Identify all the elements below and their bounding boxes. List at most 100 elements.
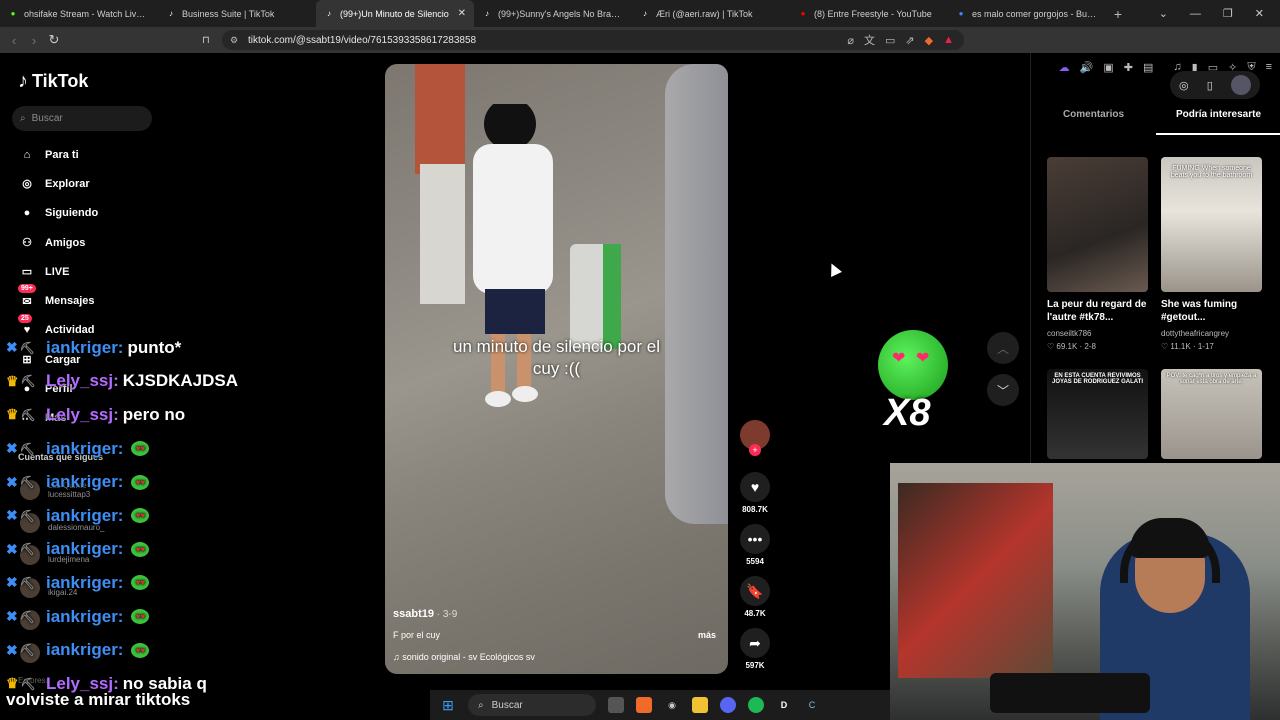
cast-icon[interactable]: ▭ [885, 34, 895, 47]
back-icon[interactable]: ‹ [4, 33, 24, 48]
url-text: tiktok.com/@ssabt19/video/76153933586172… [248, 34, 477, 46]
video-author[interactable]: ssabt19 [393, 608, 434, 620]
sword-icon: ✖ [6, 574, 18, 591]
heart-eyes-emote-icon: ♥♥ [131, 441, 150, 457]
new-tab-button[interactable]: + [1106, 6, 1130, 22]
discord-icon[interactable] [720, 697, 736, 713]
sidebar-item-amigos[interactable]: ⚇ Amigos [18, 228, 98, 257]
chat-badges: ✖ ⛏ [6, 642, 46, 659]
sword-icon: ✖ [6, 440, 18, 457]
music-note-icon: ♫ [393, 652, 400, 662]
tab-comentarios[interactable]: Comentarios [1031, 109, 1156, 135]
recommended-card[interactable]: La peur du regard de l'autre #tk78... co… [1047, 157, 1148, 351]
sidebar-item-para-ti[interactable]: ⌂ Para ti [18, 140, 98, 169]
crown-icon: ♛ [6, 372, 19, 389]
browser-tab[interactable]: ● es malo comer gorgojos - Buscar co [948, 0, 1106, 27]
maximize-icon[interactable]: ❐ [1223, 7, 1233, 20]
previous-video-button[interactable]: ︿ [987, 332, 1019, 364]
next-video-button[interactable]: ﹀ [987, 374, 1019, 406]
minimize-icon[interactable]: — [1190, 8, 1201, 20]
close-tab-icon[interactable]: ✕ [458, 8, 466, 19]
recommended-thumb[interactable]: EN ESTA CUENTA REVIVIMOS JOYAS DE RODRIG… [1047, 369, 1148, 459]
windows-start-icon[interactable]: ⊞ [440, 697, 456, 713]
google-icon: ● [958, 9, 964, 18]
url-actions: ⌀ 文 ▭ ⇗ ◆ ▲ [847, 30, 954, 50]
card-thumbnail: FUMING When someone beats you to the bat… [1161, 157, 1262, 292]
obs-icon[interactable]: ◉ [664, 697, 680, 713]
pickaxe-icon: ⛏ [19, 609, 35, 624]
comment-button[interactable]: ••• [740, 524, 770, 554]
share-page-icon[interactable]: ⇗ [905, 34, 914, 47]
sidebar-item-siguiendo[interactable]: ● Siguiendo [18, 199, 99, 228]
browser-tab[interactable]: ● (8) Entre Freestyle - YouTube [790, 0, 948, 27]
like-button[interactable]: ♥ [740, 472, 770, 502]
brave-shields-icon[interactable]: ◆ [925, 34, 933, 47]
chat-text: pero no [122, 404, 186, 424]
dc-app-icon[interactable]: D [776, 697, 792, 713]
bookmark-outline-icon[interactable]: ⊓ [202, 35, 210, 46]
folder-icon[interactable] [692, 697, 708, 713]
tab-podría-interesarte[interactable]: Podría interesarte [1156, 109, 1280, 135]
friends-icon: ⚇ [22, 237, 32, 250]
forward-icon[interactable]: › [24, 33, 44, 48]
video-player[interactable]: un minuto de silencio por el cuy :(( ssa… [385, 64, 728, 674]
url-field[interactable]: ⊓ ⚙ tiktok.com/@ssabt19/video/7615393358… [202, 30, 964, 50]
share-count: 597K [745, 661, 765, 670]
heart-eyes-emote-icon: ♥♥ [131, 575, 150, 591]
spotify-icon[interactable] [748, 697, 764, 713]
ccleaner-icon[interactable]: C [804, 697, 820, 713]
sidebar-item-mensajes[interactable]: ✉ Mensajes 99+ [18, 284, 98, 315]
coin-icon[interactable]: ◎ [1179, 79, 1189, 92]
author-avatar[interactable]: + [740, 420, 770, 456]
stream-chat-overlay: ✖ ⛏ iankriger: punto* ♛ ⛏ Lely_ssj: KJSDKA… [6, 331, 238, 701]
more-link[interactable]: más [698, 630, 716, 640]
follow-plus-icon[interactable]: + [749, 444, 761, 456]
task-view-icon[interactable] [608, 697, 624, 713]
chat-username: iankriger: [46, 505, 124, 525]
sidebar-item-label: Para ti [45, 148, 79, 161]
user-avatar[interactable] [1230, 75, 1251, 95]
streamer-webcam [890, 463, 1280, 720]
caption-line-2: cuy :(( [532, 359, 581, 379]
heart-eyes-emote-icon: ♥♥ [131, 508, 150, 524]
save-button[interactable]: 🔖 [740, 576, 770, 606]
recommended-thumb[interactable]: POV: te cag*n a tiros y empieza a sonar … [1161, 369, 1262, 459]
close-window-icon[interactable]: ✕ [1255, 7, 1264, 20]
sidebar-item-explorar[interactable]: ◎ Explorar [18, 169, 98, 198]
tab-title: Æri (@aeri.raw) | TikTok [656, 8, 753, 19]
tab-list: ● ohsifake Stream - Watch Live on ♪ Busi… [0, 0, 1106, 27]
taskbar-search[interactable]: ⌕ Buscar [468, 694, 596, 716]
tab-search-icon[interactable]: ⌄ [1159, 7, 1168, 20]
sword-icon: ✖ [6, 339, 18, 356]
translate-icon[interactable]: 文 [864, 32, 875, 48]
browser-tab[interactable]: ♪ (99+)Un Minuto de Silencio ✕ [316, 0, 474, 27]
chat-text: KJSDKAJDSA [122, 371, 239, 391]
window-controls: ⌄ — ❐ ✕ [1159, 0, 1280, 27]
share-icon: ➦ [749, 634, 761, 651]
search-input[interactable]: ⌕ Buscar [12, 106, 152, 131]
tab-title: es malo comer gorgojos - Buscar co [972, 8, 1098, 19]
tiktok-icon: ♪ [169, 9, 173, 18]
brave-rewards-icon[interactable]: ▲ [943, 34, 954, 46]
share-button[interactable]: ➦ [740, 628, 770, 658]
messages-icon: ✉ [22, 295, 32, 308]
recommended-card[interactable]: FUMING When someone beats you to the bat… [1161, 157, 1262, 351]
video-sound[interactable]: ♫ sonido original - sv Ecológicos sv [393, 652, 535, 662]
tiktok-icon: ♪ [485, 9, 489, 18]
panel-tabs: Comentarios Podría interesarte [1031, 109, 1280, 135]
reload-icon[interactable]: ↻ [44, 32, 64, 48]
brave-icon[interactable] [636, 697, 652, 713]
card-title: La peur du regard de l'autre #tk78... [1047, 299, 1147, 323]
tiktok-logo[interactable]: ♪ TikTok [18, 70, 88, 93]
sidebar-item-live[interactable]: ▭ LIVE [18, 257, 98, 286]
browser-tab[interactable]: ♪ (99+)Sunny's Angels No Braces Det [474, 0, 632, 27]
browser-tab[interactable]: ● ohsifake Stream - Watch Live on [0, 0, 158, 27]
no-tracking-icon[interactable]: ⌀ [847, 34, 854, 47]
browser-tab[interactable]: ♪ Æri (@aeri.raw) | TikTok [632, 0, 790, 27]
site-info-icon[interactable]: ⚙ [230, 35, 238, 46]
chat-username: Lely_ssj: [46, 404, 119, 424]
browser-tab[interactable]: ♪ Business Suite | TikTok [158, 0, 316, 27]
chat-username: iankriger: [46, 572, 124, 592]
device-icon[interactable]: ▯ [1207, 79, 1213, 92]
heart-outline-icon: ♡ [1047, 342, 1055, 351]
